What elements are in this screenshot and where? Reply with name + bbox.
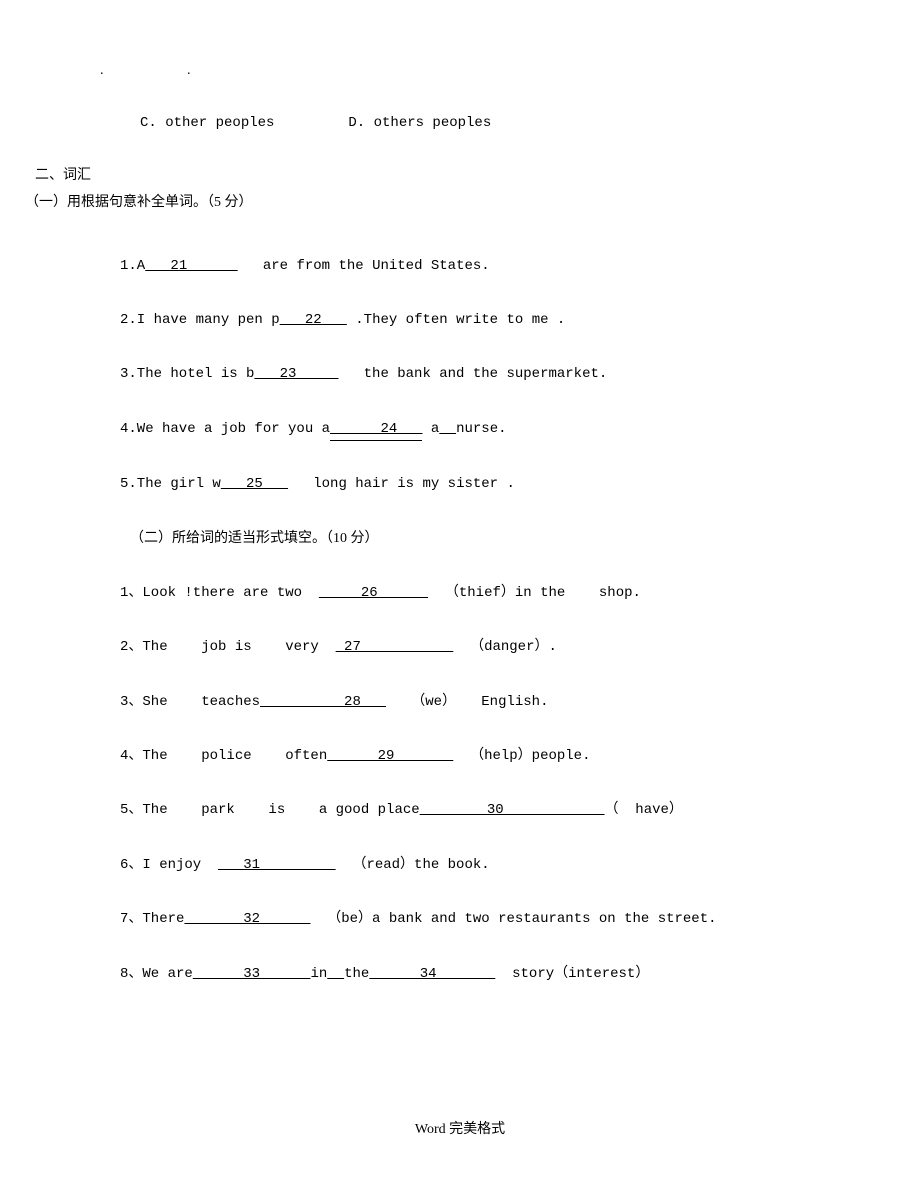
subsection-1-header: （一）用根据句意补全单词。（5 分） bbox=[20, 192, 900, 214]
option-d: D. others peoples bbox=[348, 112, 491, 134]
q1: 1.A 21 are from the United States. bbox=[120, 255, 900, 277]
q3-blank: 23 bbox=[254, 366, 338, 382]
p8-mid2: the bbox=[344, 966, 369, 982]
p8-blank2 bbox=[327, 966, 344, 982]
p4-blank: 29 bbox=[327, 748, 453, 764]
q4-post: a bbox=[422, 421, 439, 437]
q3-post: the bank and the supermarket. bbox=[338, 366, 607, 382]
p6-pre: 6、I enjoy bbox=[120, 857, 218, 873]
p6: 6、I enjoy 31 （read）the book. bbox=[120, 854, 900, 876]
p8-blank: 33 bbox=[193, 966, 311, 982]
p1-post: （thief）in the shop. bbox=[428, 585, 641, 601]
p2-blank: 27 bbox=[336, 639, 454, 655]
q2: 2.I have many pen p 22 .They often write… bbox=[120, 309, 900, 331]
q3: 3.The hotel is b 23 the bank and the sup… bbox=[120, 363, 900, 385]
option-c: C. other peoples bbox=[140, 112, 340, 134]
p3-post: （we） English. bbox=[386, 694, 548, 710]
q1-blank: 21 bbox=[145, 258, 237, 274]
q1-pre: 1.A bbox=[120, 258, 145, 274]
p7: 7、There 32 （be）a bank and two restaurant… bbox=[120, 908, 900, 930]
q4-blank2 bbox=[439, 421, 456, 437]
p3-pre: 3、She teaches bbox=[120, 694, 260, 710]
q5-post: long hair is my sister . bbox=[288, 476, 515, 492]
subsection-2-questions: 1、Look !there are two 26 （thief）in the s… bbox=[20, 582, 900, 985]
p5-blank: 30 bbox=[420, 802, 605, 818]
subsection-1-questions: 1.A 21 are from the United States. 2.I h… bbox=[20, 255, 900, 496]
page-footer: Word 完美格式 bbox=[0, 1119, 920, 1141]
p2-pre: 2、The job is very bbox=[120, 639, 336, 655]
header-dots: . . bbox=[20, 60, 900, 82]
p8-pre: 8、We are bbox=[120, 966, 193, 982]
p3: 3、She teaches 28 （we） English. bbox=[120, 691, 900, 713]
p4-post: （help）people. bbox=[453, 748, 590, 764]
q2-blank: 22 bbox=[280, 312, 347, 328]
p6-post: （read）the book. bbox=[336, 857, 490, 873]
p1-pre: 1、Look !there are two bbox=[120, 585, 319, 601]
section-2-header: 二、词汇 bbox=[20, 165, 900, 187]
p5-post: （ have） bbox=[605, 802, 683, 818]
q3-pre: 3.The hotel is b bbox=[120, 366, 254, 382]
q4-post2: nurse. bbox=[456, 421, 506, 437]
subsection-2-header: （二）所给词的适当形式填空。（10 分） bbox=[20, 528, 900, 550]
p2: 2、The job is very 27 （danger）. bbox=[120, 636, 900, 658]
q5: 5.The girl w 25 long hair is my sister . bbox=[120, 473, 900, 495]
q4-blank: 24 bbox=[330, 418, 422, 441]
p7-blank: 32 bbox=[184, 911, 310, 927]
q5-pre: 5.The girl w bbox=[120, 476, 221, 492]
p8-mid: in bbox=[310, 966, 327, 982]
p7-post: （be）a bank and two restaurants on the st… bbox=[310, 911, 716, 927]
p4-pre: 4、The police often bbox=[120, 748, 327, 764]
q5-blank: 25 bbox=[221, 476, 288, 492]
p5: 5、The park is a good place 30 （ have） bbox=[120, 799, 900, 821]
q2-post: .They often write to me . bbox=[347, 312, 565, 328]
q1-post: are from the United States. bbox=[238, 258, 490, 274]
q4-pre: 4.We have a job for you a bbox=[120, 421, 330, 437]
p2-post: （danger）. bbox=[453, 639, 557, 655]
p7-pre: 7、There bbox=[120, 911, 184, 927]
p8: 8、We are 33 in the 34 story（interest） bbox=[120, 963, 900, 985]
p1-blank: 26 bbox=[319, 585, 428, 601]
p5-pre: 5、The park is a good place bbox=[120, 802, 420, 818]
p8-blank3: 34 bbox=[369, 966, 495, 982]
p3-blank: 28 bbox=[260, 694, 386, 710]
q2-pre: 2.I have many pen p bbox=[120, 312, 280, 328]
mc-options-row: C. other peoples D. others peoples bbox=[20, 112, 900, 134]
q4: 4.We have a job for you a 24 a nurse. bbox=[120, 418, 900, 441]
p1: 1、Look !there are two 26 （thief）in the s… bbox=[120, 582, 900, 604]
p4: 4、The police often 29 （help）people. bbox=[120, 745, 900, 767]
p6-blank: 31 bbox=[218, 857, 336, 873]
p8-post: story（interest） bbox=[495, 966, 649, 982]
